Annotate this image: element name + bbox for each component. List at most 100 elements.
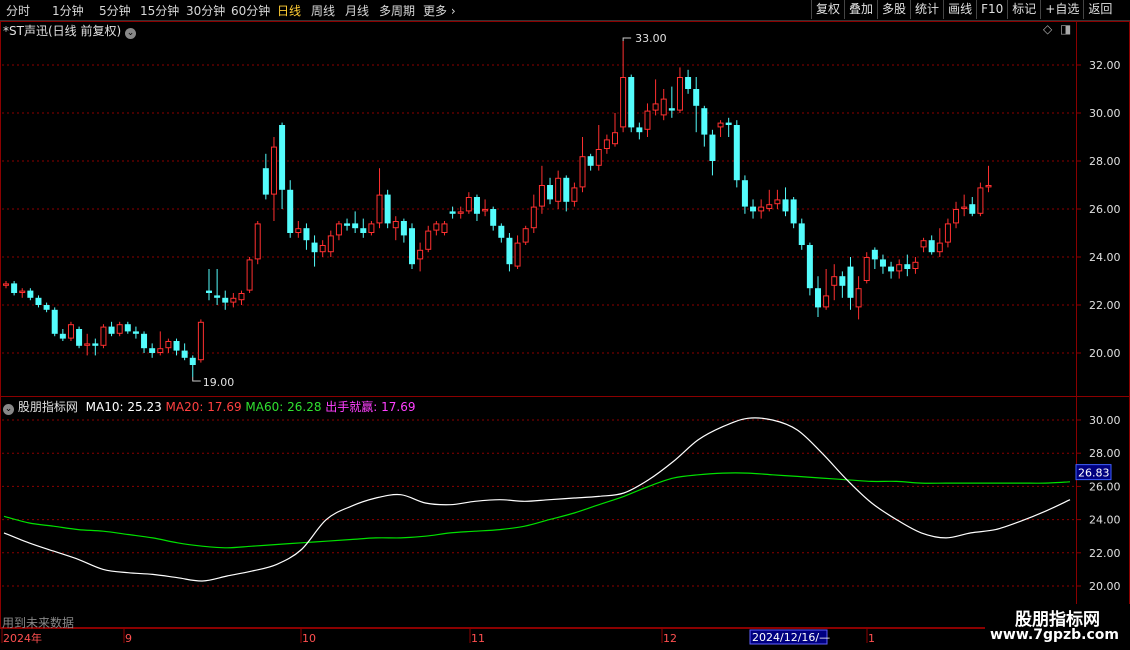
candle-body [798, 223, 805, 245]
candle [676, 67, 683, 113]
stock-title: *ST声迅(日线 前复权) ⌄ [3, 22, 136, 39]
candle-body [717, 122, 724, 128]
candle-body [571, 187, 578, 202]
candle [847, 257, 854, 310]
fuquan-button[interactable]: 复权 [811, 0, 844, 19]
candle-body [352, 223, 359, 229]
candle [636, 122, 643, 140]
candle [327, 230, 334, 257]
candle-body [961, 206, 968, 210]
candle-body [108, 326, 115, 334]
back-button[interactable]: 返回 [1083, 0, 1116, 19]
candle-body [985, 185, 992, 188]
candle [855, 276, 862, 320]
candle [124, 321, 131, 334]
low-marker-label: 19.00 [203, 376, 235, 389]
candle [230, 293, 237, 308]
candle [319, 240, 326, 257]
period-tab-weekly[interactable]: 周线 [311, 2, 335, 19]
candle-body [936, 242, 943, 253]
indicator-lines [3, 417, 1071, 582]
candle [295, 221, 302, 238]
candle-body [944, 223, 951, 243]
candle-body [11, 283, 18, 293]
candle [400, 218, 407, 243]
period-tab-multi[interactable]: 多周期 [379, 2, 415, 19]
candle-body [969, 204, 976, 214]
candle-body [733, 125, 740, 181]
candle [977, 182, 984, 217]
period-tab-15min[interactable]: 15分钟 [140, 2, 179, 19]
candle-body [197, 321, 204, 361]
candle-body [149, 348, 156, 353]
more-label: 更多 [423, 4, 448, 18]
period-tab-monthly[interactable]: 月线 [345, 2, 369, 19]
candle [157, 331, 164, 356]
chevron-down-icon[interactable]: ⌄ [124, 28, 136, 39]
candle [368, 221, 375, 236]
candle [879, 254, 886, 274]
candle [482, 199, 489, 217]
candle [628, 74, 635, 133]
f10-button[interactable]: F10 [976, 0, 1007, 19]
collapse-icon[interactable]: ⌄ [3, 404, 14, 415]
candle [352, 211, 359, 233]
candle-body [644, 110, 651, 130]
candle [831, 264, 838, 301]
price-tick-label: 22.00 [1089, 299, 1121, 312]
period-tab-fenshi[interactable]: 分时 [6, 2, 30, 19]
candle-body [790, 199, 797, 224]
candle [270, 137, 277, 221]
candle [303, 223, 310, 250]
candle-body [896, 264, 903, 272]
candle [944, 218, 951, 248]
candle-body [888, 266, 895, 272]
period-tab-1min[interactable]: 1分钟 [52, 2, 84, 19]
candle-body [433, 223, 440, 231]
candle-body [490, 209, 497, 226]
candle-body [206, 290, 212, 293]
price-tick-label: 24.00 [1089, 251, 1121, 264]
candle-body [409, 228, 415, 265]
candle-body [287, 189, 294, 233]
add-watchlist-button[interactable]: +自选 [1040, 0, 1083, 19]
candle [839, 271, 846, 298]
overlay-button[interactable]: 叠加 [844, 0, 877, 19]
candle-body [27, 290, 34, 298]
period-tab-more[interactable]: 更多 › [423, 2, 456, 19]
price-tick-label: 30.00 [1089, 107, 1121, 120]
statistics-button[interactable]: 统计 [910, 0, 943, 19]
period-tab-daily[interactable]: 日线 [277, 2, 301, 19]
candle [555, 170, 562, 209]
multi-stock-button[interactable]: 多股 [877, 0, 910, 19]
panel-toggle-icon[interactable]: ◨ [1060, 22, 1071, 36]
indicator-legend: ⌄ 股朋指标网 MA10: 25.23 MA20: 17.69 MA60: 26… [3, 398, 416, 415]
candle-body [847, 266, 854, 298]
period-tab-60min[interactable]: 60分钟 [231, 2, 270, 19]
price-tick-label: 28.00 [1089, 155, 1121, 168]
candle [571, 182, 578, 207]
candle [685, 69, 692, 94]
candle-body [303, 228, 310, 241]
candle [693, 77, 700, 133]
candle-body [806, 245, 813, 289]
candle [961, 194, 968, 217]
candle-body [59, 333, 66, 339]
candle [660, 89, 667, 121]
candle [344, 218, 351, 231]
candle-body [214, 295, 221, 298]
mark-button[interactable]: 标记 [1007, 0, 1040, 19]
indicator-tick-label: 28.00 [1089, 447, 1121, 460]
candle-body [417, 249, 424, 260]
ma60-legend: MA60: 26.28 [245, 400, 322, 414]
candle [246, 257, 253, 293]
period-tab-30min[interactable]: 30分钟 [186, 2, 225, 19]
period-tab-5min[interactable]: 5分钟 [99, 2, 131, 19]
candle [214, 269, 221, 305]
candle [116, 321, 123, 337]
draw-line-button[interactable]: 画线 [943, 0, 976, 19]
chart-canvas[interactable]: 32.00 30.00 28.00 26.00 24.00 22.00 20.00 30.00… [0, 21, 1130, 650]
low-marker-arrow [192, 377, 201, 382]
diamond-icon[interactable]: ◇ [1043, 22, 1052, 36]
candle-body [441, 223, 448, 233]
